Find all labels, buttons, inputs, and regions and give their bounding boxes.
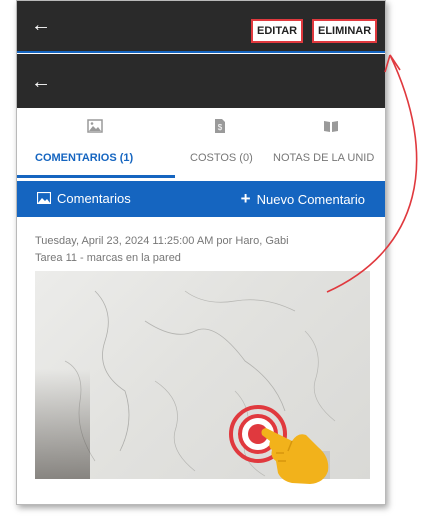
pointing-hand-icon (261, 428, 329, 484)
delete-button[interactable]: ELIMINAR (311, 19, 378, 43)
secondary-app-bar: ← (17, 54, 385, 108)
new-comment-label: Nuevo Comentario (256, 192, 365, 207)
tab-costs-label: COSTOS (0) (190, 152, 253, 164)
back-arrow-icon[interactable]: ← (31, 15, 51, 35)
comments-toolbar: Comentarios + Nuevo Comentario (17, 181, 385, 217)
photo-shadow (35, 369, 90, 479)
image-icon (87, 119, 103, 133)
tab-costs[interactable]: $ COSTOS (0) (175, 108, 271, 178)
new-comment-button[interactable]: + Nuevo Comentario (241, 181, 365, 217)
tab-comments-label: COMENTARIOS (1) (35, 152, 134, 164)
comments-header: Comentarios (36, 181, 131, 217)
comment-text: Tarea 11 - marcas en la pared (35, 252, 181, 264)
tab-bar: COMENTARIOS (1) $ COSTOS (0) NOTAS DE LA… (17, 108, 385, 178)
plus-icon: + (240, 189, 251, 208)
book-icon (324, 121, 338, 132)
svg-text:$: $ (218, 123, 223, 132)
divider (17, 51, 385, 53)
top-app-bar: ← EDITAR ELIMINAR (17, 1, 385, 53)
comments-title: Comentarios (57, 191, 131, 206)
image-icon (36, 181, 52, 217)
active-tab-indicator (17, 175, 175, 178)
edit-button[interactable]: EDITAR (250, 19, 304, 43)
back-arrow-icon[interactable]: ← (31, 72, 51, 92)
tab-unit-notes[interactable]: NOTAS DE LA UNID (271, 108, 385, 178)
tab-comments[interactable]: COMENTARIOS (1) (17, 108, 175, 178)
cost-document-icon: $ (215, 119, 225, 133)
tab-unit-notes-label: NOTAS DE LA UNID (273, 152, 375, 164)
comment-entry: Tuesday, April 23, 2024 11:25:00 AM por … (35, 233, 385, 267)
comment-meta: Tuesday, April 23, 2024 11:25:00 AM por … (35, 235, 289, 247)
